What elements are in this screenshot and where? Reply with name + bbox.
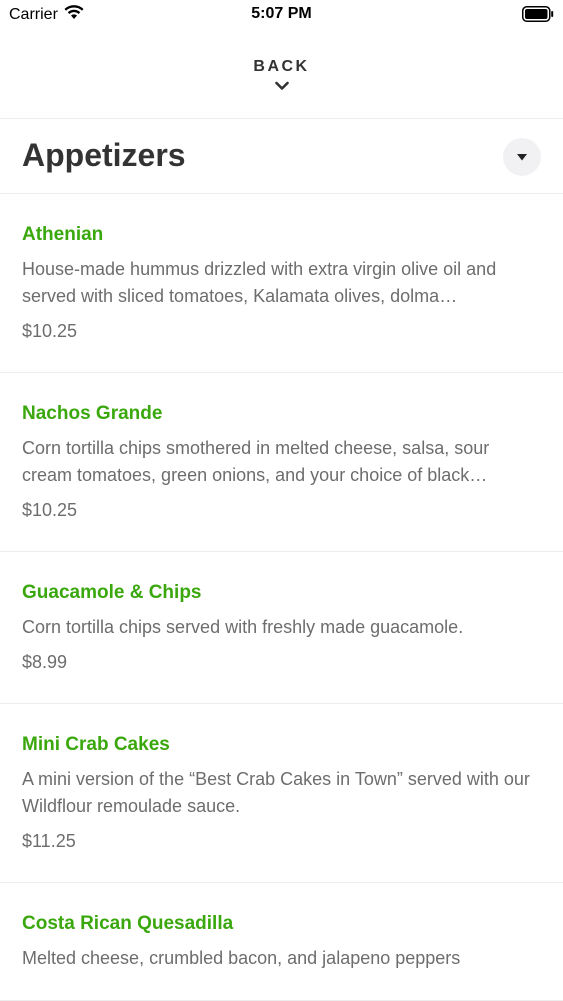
item-description: Corn tortilla chips served with freshly … xyxy=(22,617,464,637)
status-bar: Carrier 5:07 PM xyxy=(0,0,563,30)
chevron-down-icon xyxy=(274,78,289,96)
menu-item-costa-rican-quesadilla[interactable]: Costa Rican Quesadilla Melted cheese, cr… xyxy=(0,883,563,1001)
item-description: House-made hummus drizzled with extra vi… xyxy=(22,259,497,306)
back-button[interactable]: BACK xyxy=(0,44,563,119)
item-name: Athenian xyxy=(22,224,104,245)
item-description: A mini version of the “Best Crab Cakes i… xyxy=(22,769,530,816)
menu-item-guacamole-chips[interactable]: Guacamole & Chips Corn tortilla chips se… xyxy=(0,552,563,704)
menu-list: Athenian House-made hummus drizzled with… xyxy=(0,194,563,1001)
item-price: $11.25 xyxy=(22,831,76,851)
section-header: Appetizers xyxy=(0,119,563,194)
back-label: BACK xyxy=(253,58,310,75)
item-name: Nachos Grande xyxy=(22,403,163,424)
menu-item-athenian[interactable]: Athenian House-made hummus drizzled with… xyxy=(0,194,563,373)
section-title: Appetizers xyxy=(22,137,186,173)
battery-icon xyxy=(522,6,554,27)
section-toggle-button[interactable] xyxy=(503,138,541,176)
item-description: Corn tortilla chips smothered in melted … xyxy=(22,438,490,485)
menu-item-mini-crab-cakes[interactable]: Mini Crab Cakes A mini version of the “B… xyxy=(0,704,563,883)
caret-down-icon xyxy=(517,148,527,166)
item-description: Melted cheese, crumbled bacon, and jalap… xyxy=(22,948,461,968)
item-price: $10.25 xyxy=(22,500,78,520)
item-name: Costa Rican Quesadilla xyxy=(22,913,234,934)
item-price: $8.99 xyxy=(22,652,68,672)
item-price: $10.25 xyxy=(22,321,78,341)
menu-item-nachos-grande[interactable]: Nachos Grande Corn tortilla chips smothe… xyxy=(0,373,563,552)
item-name: Mini Crab Cakes xyxy=(22,734,170,755)
status-time: 5:07 PM xyxy=(251,5,312,22)
item-name: Guacamole & Chips xyxy=(22,582,202,603)
